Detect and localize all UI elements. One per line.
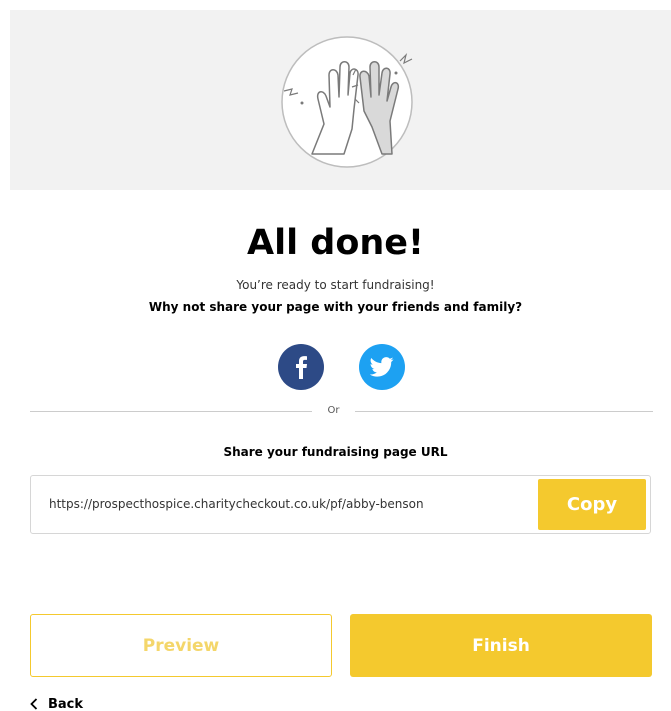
copy-button[interactable]: Copy — [538, 479, 646, 530]
back-link[interactable]: Back — [30, 695, 83, 711]
preview-button[interactable]: Preview — [30, 614, 332, 677]
high-five-icon — [281, 36, 413, 168]
page-title: All done! — [247, 223, 424, 263]
facebook-share-button[interactable] — [278, 344, 324, 390]
hero-banner — [10, 10, 671, 190]
divider-line-right — [355, 411, 653, 412]
chevron-left-icon — [30, 698, 38, 710]
all-done-page: All done! You’re ready to start fundrais… — [0, 0, 671, 711]
share-prompt-text: Why not share your page with your friend… — [148, 300, 523, 314]
divider-label: Or — [327, 405, 340, 416]
subtitle-text: You’re ready to start fundraising! — [236, 278, 435, 292]
twitter-icon — [370, 357, 394, 377]
or-divider: Or — [30, 404, 653, 418]
divider-line-left — [30, 411, 312, 412]
share-url-box: Copy — [30, 475, 651, 534]
share-url-label: Share your fundraising page URL — [223, 445, 448, 459]
twitter-share-button[interactable] — [359, 344, 405, 390]
share-url-field[interactable] — [49, 476, 529, 533]
back-link-label: Back — [48, 696, 84, 711]
facebook-icon — [296, 356, 307, 379]
finish-button[interactable]: Finish — [350, 614, 652, 677]
